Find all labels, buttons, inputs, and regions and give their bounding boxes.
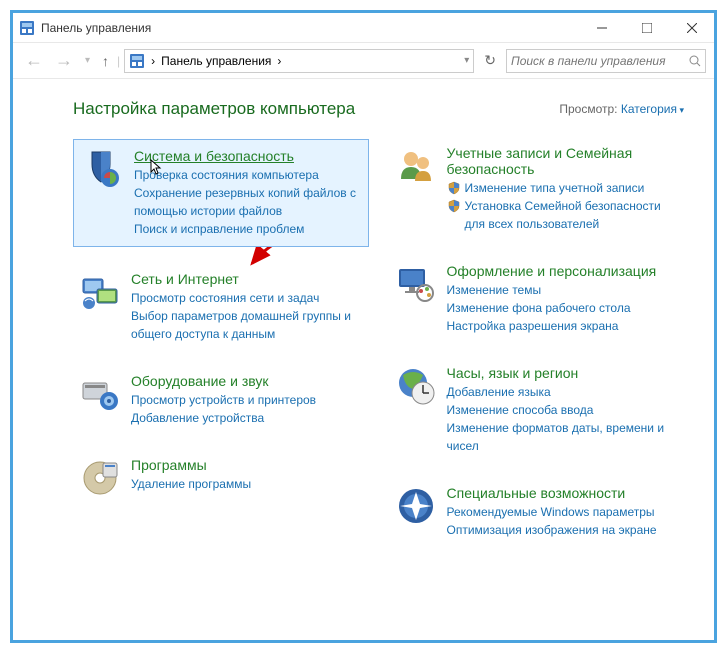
sublink[interactable]: Добавление устройства [131,409,363,427]
category-body: Сеть и Интернет Просмотр состояния сети и… [131,271,363,343]
minimize-button[interactable] [579,13,624,43]
clock-icon [395,365,437,455]
sublink[interactable]: Просмотр состояния сети и задач [131,289,363,307]
sublink-row: Изменение типа учетной записи [447,179,679,197]
category-title-link[interactable]: Система и безопасность [134,148,360,164]
sublink[interactable]: Сохранение резервных копий файлов с помо… [134,184,360,220]
accessibility-icon [395,485,437,539]
category-body: Специальные возможности Рекомендуемые Win… [447,485,679,539]
up-button[interactable]: ↑ [98,53,113,69]
close-button[interactable] [669,13,714,43]
category-body: Учетные записи и Семейная безопасность Из… [447,145,679,233]
toolbar: ← → ▾ ↑ | › Панель управления › ▾ ↻ [13,43,714,79]
window-title: Панель управления [41,21,579,35]
sublink[interactable]: Добавление языка [447,383,679,401]
category-body: Оборудование и звук Просмотр устройств и … [131,373,363,427]
sublink[interactable]: Оптимизация изображения на экране [447,521,679,539]
category-appearance: Оформление и персонализация Изменение тем… [389,257,685,341]
address-bar[interactable]: › Панель управления › ▾ [124,49,474,73]
right-column: Учетные записи и Семейная безопасность Из… [389,139,685,563]
view-by[interactable]: Просмотр: Категория [559,102,684,116]
forward-button[interactable]: → [51,50,77,71]
category-user-accounts: Учетные записи и Семейная безопасность Из… [389,139,685,239]
refresh-button[interactable]: ↻ [478,52,502,69]
category-system-security: Система и безопасность Проверка состояния… [73,139,369,247]
category-body: Программы Удаление программы [131,457,363,499]
breadcrumb-chevron[interactable]: › [277,54,281,68]
category-title-link[interactable]: Специальные возможности [447,485,679,501]
sublink-row: Установка Семейной безопасности для всех… [447,197,679,233]
sublink[interactable]: Проверка состояния компьютера [134,166,360,184]
category-accessibility: Специальные возможности Рекомендуемые Win… [389,479,685,545]
category-body: Часы, язык и регионДобавление языкаИзмен… [447,365,679,455]
hardware-sound-icon [79,373,121,427]
programs-icon [79,457,121,499]
category-title-link[interactable]: Оборудование и звук [131,373,363,389]
sublink[interactable]: Установка Семейной безопасности для всех… [465,197,679,233]
left-column: Система и безопасность Проверка состояния… [73,139,369,563]
category-programs: Программы Удаление программы [73,451,369,505]
breadcrumb-chevron[interactable]: › [151,54,155,68]
sublink[interactable]: Изменение форматов даты, времени и чисел [447,419,679,455]
category-title-link[interactable]: Оформление и персонализация [447,263,679,279]
uac-shield-icon [447,199,461,213]
search-input[interactable] [511,54,685,68]
sublink[interactable]: Изменение типа учетной записи [465,179,645,197]
category-body: Оформление и персонализация Изменение тем… [447,263,679,335]
control-panel-icon [19,20,35,36]
uac-shield-icon [447,181,461,195]
category-network: Сеть и Интернет Просмотр состояния сети и… [73,265,369,349]
sublink[interactable]: Настройка разрешения экрана [447,317,679,335]
user-accounts-icon [395,145,437,233]
back-button[interactable]: ← [21,50,47,71]
category-hardware-sound: Оборудование и звук Просмотр устройств и … [73,367,369,433]
titlebar: Панель управления [13,13,714,43]
maximize-button[interactable] [624,13,669,43]
view-by-label: Просмотр: [559,102,617,116]
content-area: Настройка параметров компьютера Просмотр… [13,79,714,640]
category-body: Система и безопасность Проверка состояния… [134,148,360,238]
search-box[interactable] [506,49,706,73]
sublink[interactable]: Выбор параметров домашней группы и общег… [131,307,363,343]
sublink[interactable]: Рекомендуемые Windows параметры [447,503,679,521]
network-icon [79,271,121,343]
recent-dropdown[interactable]: ▾ [81,55,94,66]
category-clock: Часы, язык и регионДобавление языкаИзмен… [389,359,685,461]
control-panel-icon [129,53,145,69]
address-dropdown-icon[interactable]: ▾ [464,55,469,66]
sublink[interactable]: Поиск и исправление проблем [134,220,360,238]
category-title-link[interactable]: Сеть и Интернет [131,271,363,287]
search-icon[interactable] [689,55,701,67]
category-title-link[interactable]: Программы [131,457,363,473]
category-title-link[interactable]: Часы, язык и регион [447,365,679,381]
window-frame: Панель управления ← → ▾ ↑ | › Панель упр… [10,10,717,643]
sublink[interactable]: Удаление программы [131,475,363,493]
appearance-icon [395,263,437,335]
sublink[interactable]: Изменение способа ввода [447,401,679,419]
sublink[interactable]: Изменение фона рабочего стола [447,299,679,317]
category-title-link[interactable]: Учетные записи и Семейная безопасность [447,145,679,177]
breadcrumb[interactable]: Панель управления [161,54,271,68]
page-title: Настройка параметров компьютера [73,99,355,119]
view-by-mode[interactable]: Категория [621,102,684,116]
sublink[interactable]: Просмотр устройств и принтеров [131,391,363,409]
system-security-icon [82,148,124,238]
sublink[interactable]: Изменение темы [447,281,679,299]
